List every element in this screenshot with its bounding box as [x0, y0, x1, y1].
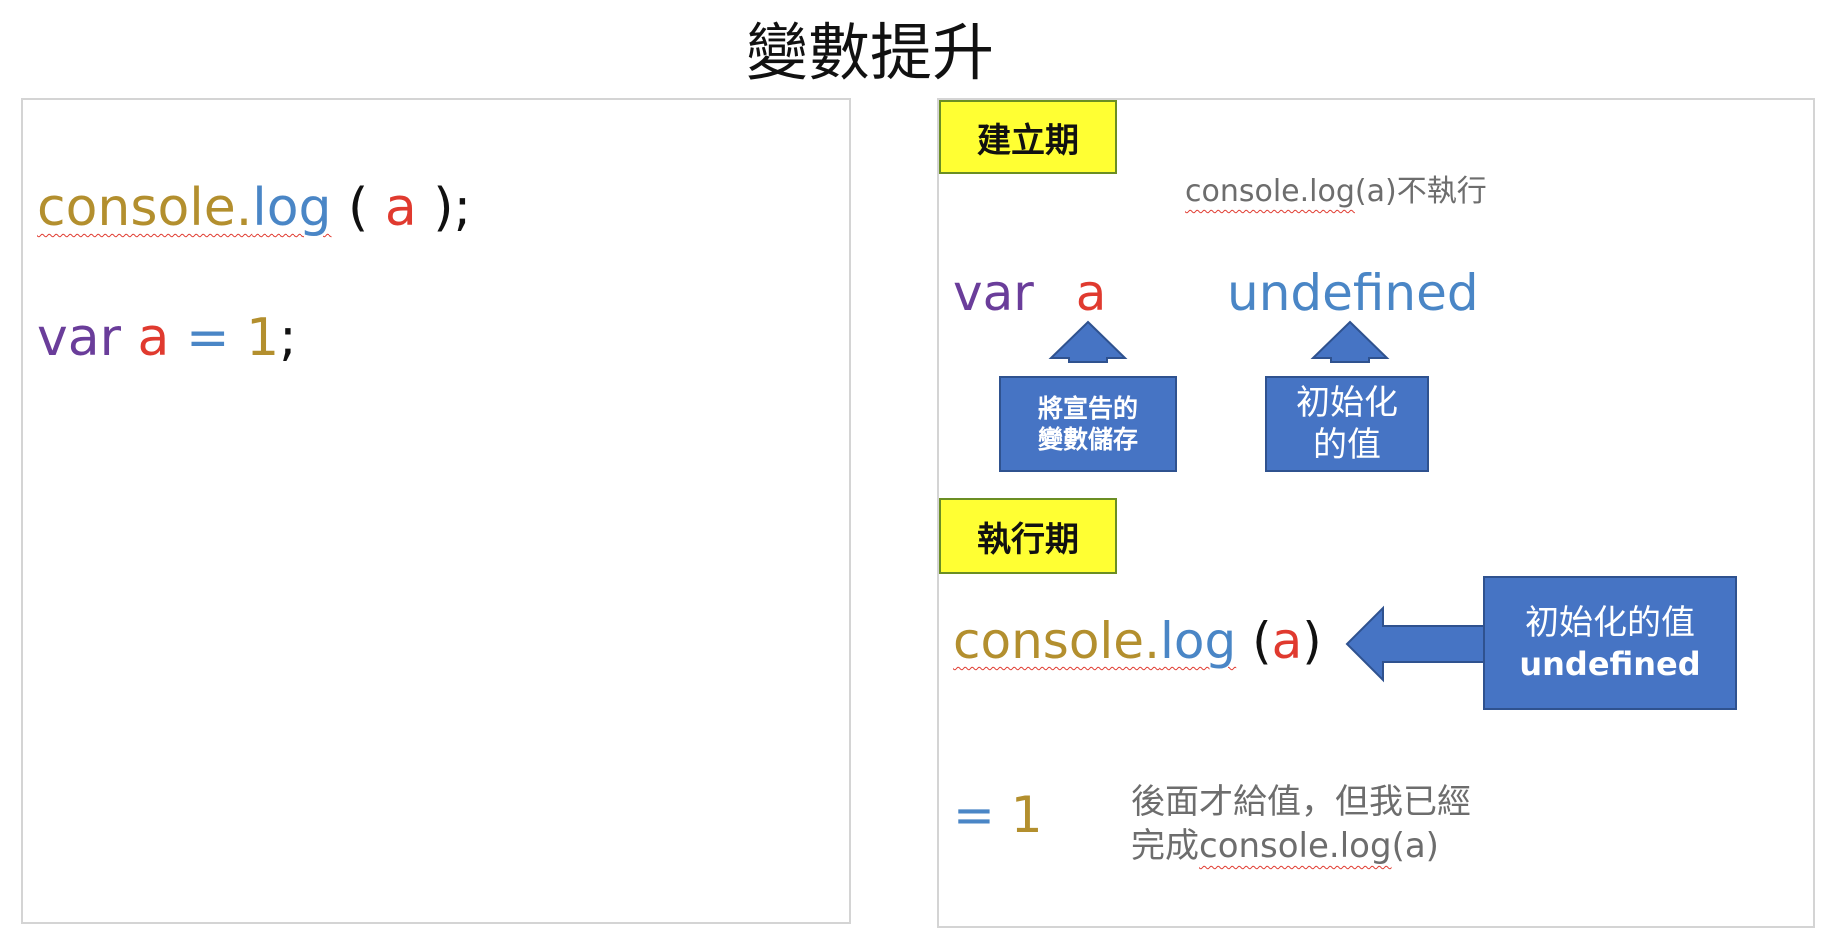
code-line-var-assign: var a = 1; [37, 308, 297, 368]
up-arrow-icon [1310, 320, 1390, 363]
up-arrow-icon [1048, 320, 1128, 363]
slide-title: 變數提升 [745, 16, 994, 89]
left-arrow-icon [1345, 605, 1498, 683]
assign-note: 後面才給值，但我已經 完成console.log(a) [1131, 782, 1471, 867]
left-code-panel: console.log ( a ); var a = 1; [21, 98, 851, 924]
code-line-console-log: console.log ( a ); [37, 178, 472, 238]
creation-note: console.log(a)不執行 [1185, 174, 1487, 209]
exec-console-log: console.log (a) [953, 612, 1322, 670]
declaration-undefined: undefined [1227, 264, 1479, 322]
console-log-token: console.log [37, 178, 332, 238]
right-explanation-panel: 建立期 console.log(a)不執行 var a undefined 將宣告… [937, 98, 1815, 928]
assign-value: = 1 [953, 786, 1043, 844]
execution-phase-label: 執行期 [939, 498, 1117, 574]
callout-exec-initial-value: 初始化的值 undefined [1483, 576, 1737, 710]
creation-phase-label: 建立期 [939, 100, 1117, 174]
callout-store-variable: 將宣告的 變數儲存 [999, 376, 1177, 472]
console-log-token: console.log [953, 612, 1237, 670]
declaration-var-a: var a [953, 264, 1107, 322]
callout-initial-value: 初始化 的值 [1265, 376, 1429, 472]
